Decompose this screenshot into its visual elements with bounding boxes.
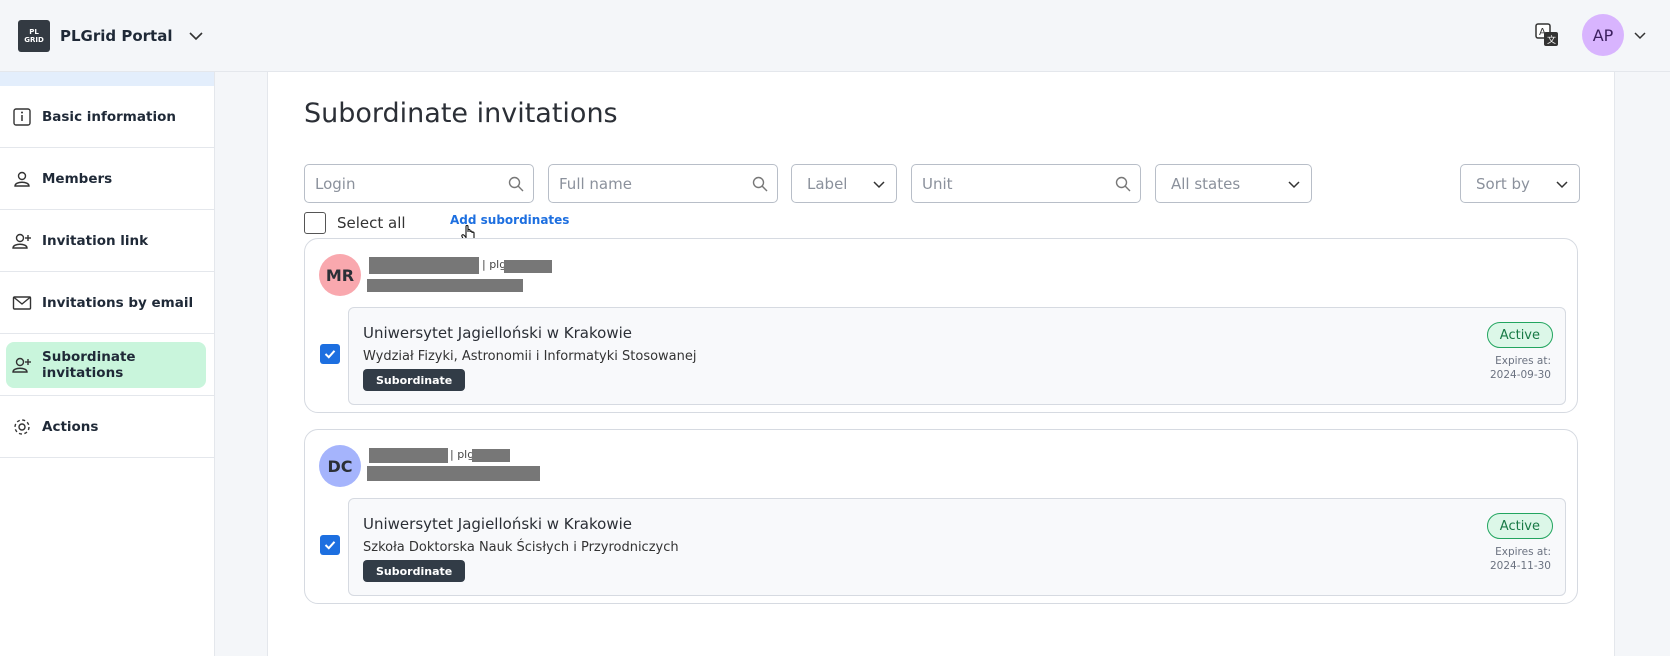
fullname-placeholder: Full name xyxy=(559,174,632,193)
sidebar-item-label: Basic information xyxy=(42,108,176,125)
unit-search-input[interactable]: Unit xyxy=(911,164,1141,203)
check-icon xyxy=(324,350,336,359)
label-select[interactable]: Label xyxy=(791,164,897,203)
user-avatar[interactable]: AP xyxy=(1582,14,1624,56)
translate-icon[interactable]: A 文 xyxy=(1534,22,1560,48)
expires-label: Expires at: xyxy=(1495,546,1551,558)
affiliation-box: Uniwersytet Jagielloński w Krakowie Szko… xyxy=(348,498,1566,596)
chevron-down-icon xyxy=(1556,181,1568,189)
faculty-name: Szkoła Doktorska Nauk Ścisłych i Przyrod… xyxy=(363,540,679,555)
sidebar-item-invitations-by-email[interactable]: Invitations by email xyxy=(0,272,214,334)
login-prefix: | plg xyxy=(450,448,475,461)
faculty-name: Wydział Fizyki, Astronomii i Informatyki… xyxy=(363,349,697,364)
institution-name: Uniwersytet Jagielloński w Krakowie xyxy=(363,515,632,533)
expires-label: Expires at: xyxy=(1495,355,1551,367)
chevron-down-icon xyxy=(1288,181,1300,189)
search-icon xyxy=(752,176,768,192)
role-badge: Subordinate xyxy=(363,369,466,391)
sidebar-item-invitation-link[interactable]: Invitation link xyxy=(0,210,214,272)
user-add-icon xyxy=(12,231,32,251)
check-icon xyxy=(324,541,336,550)
select-all-checkbox[interactable] xyxy=(304,212,326,234)
sort-select[interactable]: Sort by xyxy=(1460,164,1580,203)
sidebar-item-label: Subordinate invitations xyxy=(42,348,136,381)
sidebar-item-actions[interactable]: Actions xyxy=(0,396,214,458)
plgrid-logo: PL GRID xyxy=(18,19,50,52)
invitation-checkbox[interactable] xyxy=(320,535,340,555)
search-icon xyxy=(508,176,524,192)
page-title: Subordinate invitations xyxy=(304,98,618,129)
top-bar: PL GRID PLGrid Portal A 文 AP xyxy=(0,0,1670,72)
unit-placeholder: Unit xyxy=(922,174,953,193)
chevron-down-icon xyxy=(188,31,203,40)
expires-date: 2024-11-30 xyxy=(1489,560,1551,572)
select-all-control[interactable]: Select all xyxy=(304,212,406,234)
portal-switcher[interactable]: PL GRID PLGrid Portal xyxy=(18,19,205,52)
invitation-checkbox[interactable] xyxy=(320,344,340,364)
sidebar-item-label: Invitation link xyxy=(42,232,149,249)
sidebar-item-basic-information[interactable]: Basic information xyxy=(0,86,214,148)
sidebar-item-label: Members xyxy=(42,170,113,187)
user-icon xyxy=(12,169,32,189)
invitation-card: DC | plg Uniwersytet Jagielloński w Krak… xyxy=(304,429,1578,604)
gear-icon xyxy=(12,417,32,437)
logo-line-1: PL xyxy=(29,27,39,36)
search-icon xyxy=(1115,176,1131,192)
chevron-down-icon[interactable] xyxy=(1632,27,1648,43)
chevron-down-icon xyxy=(873,181,885,189)
redacted-name xyxy=(369,257,479,274)
sidebar-item-members[interactable]: Members xyxy=(0,148,214,210)
invitation-card: MR | plg Uniwersytet Jagielloński w Krak… xyxy=(304,238,1578,413)
state-select-value: All states xyxy=(1171,174,1241,193)
status-badge: Active xyxy=(1486,322,1553,348)
redacted-login xyxy=(472,449,510,462)
logo-line-2: GRID xyxy=(24,35,44,44)
fullname-search-input[interactable]: Full name xyxy=(548,164,778,203)
login-placeholder: Login xyxy=(315,174,356,193)
redacted-name xyxy=(369,448,448,463)
user-add-icon xyxy=(12,355,32,375)
avatar: DC xyxy=(319,445,361,487)
redacted-email xyxy=(367,279,523,292)
app-title: PLGrid Portal xyxy=(60,26,173,45)
login-search-input[interactable]: Login xyxy=(304,164,534,203)
state-select[interactable]: All states xyxy=(1155,164,1312,203)
login-prefix: | plg xyxy=(482,258,507,271)
redacted-login xyxy=(504,260,552,273)
sidebar: Basic information Members Invitation lin… xyxy=(0,72,215,656)
redacted-email xyxy=(367,466,540,481)
avatar: MR xyxy=(319,254,361,296)
label-select-value: Label xyxy=(807,174,848,193)
select-all-label: Select all xyxy=(337,214,406,232)
sidebar-item-label: Invitations by email xyxy=(42,294,194,311)
info-icon xyxy=(12,107,32,127)
sort-select-value: Sort by xyxy=(1476,174,1530,193)
sidebar-item-subordinate-invitations[interactable]: Subordinate invitations xyxy=(0,334,214,396)
affiliation-box: Uniwersytet Jagielloński w Krakowie Wydz… xyxy=(348,307,1566,405)
sidebar-item-label: Actions xyxy=(42,418,99,435)
status-badge: Active xyxy=(1486,513,1553,539)
envelope-icon xyxy=(12,293,32,313)
sidebar-scroll-indicator xyxy=(0,72,214,86)
main-panel: Subordinate invitations Login Full name … xyxy=(267,72,1615,656)
expires-date: 2024-09-30 xyxy=(1489,369,1551,381)
institution-name: Uniwersytet Jagielloński w Krakowie xyxy=(363,324,632,342)
svg-text:文: 文 xyxy=(1547,34,1556,46)
role-badge: Subordinate xyxy=(363,560,466,582)
